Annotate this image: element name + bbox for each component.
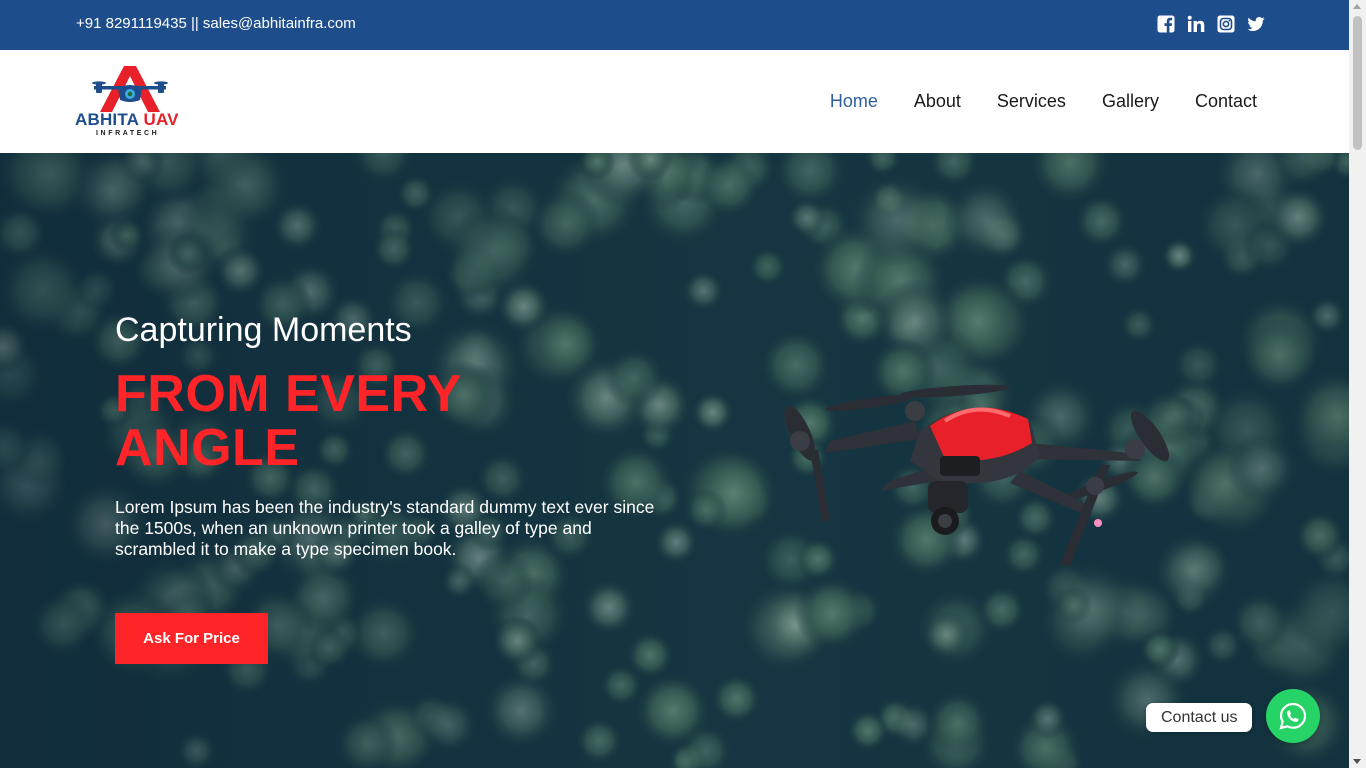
contact-info: +91 8291119435 || sales@abhitainfra.com	[76, 15, 356, 32]
scroll-down-icon[interactable]	[1353, 759, 1361, 764]
whatsapp-icon	[1279, 702, 1307, 730]
logo[interactable]: ABHITA UAV INFRATECH	[74, 64, 189, 140]
twitter-icon[interactable]	[1247, 15, 1265, 33]
nav-contact[interactable]: Contact	[1195, 91, 1257, 112]
social-links	[1157, 15, 1265, 33]
nav-gallery[interactable]: Gallery	[1102, 91, 1159, 112]
hero-section: Capturing Moments FROM EVERY ANGLE Lorem…	[0, 153, 1349, 768]
brand-name-part1: ABHITA	[75, 110, 139, 129]
drone-logo-icon	[92, 66, 168, 112]
page-scrollbar[interactable]	[1349, 0, 1366, 768]
main-nav: Home About Services Gallery Contact	[794, 91, 1257, 112]
hero-title-line1: FROM EVERY	[115, 365, 462, 423]
linkedin-icon[interactable]	[1187, 15, 1205, 33]
hero-description: Lorem Ipsum has been the industry's stan…	[115, 497, 655, 559]
hero-subtitle: Capturing Moments	[115, 311, 412, 349]
ask-for-price-button[interactable]: Ask For Price	[115, 613, 268, 664]
instagram-icon[interactable]	[1217, 15, 1235, 33]
brand-name-part2: UAV	[143, 110, 179, 129]
hero-title-line2: ANGLE	[115, 419, 300, 477]
nav-home[interactable]: Home	[830, 91, 878, 112]
whatsapp-button[interactable]	[1266, 689, 1320, 743]
facebook-icon[interactable]	[1157, 15, 1175, 33]
hero-title: FROM EVERY ANGLE	[115, 367, 462, 475]
top-bar: +91 8291119435 || sales@abhitainfra.com	[0, 0, 1349, 50]
nav-services[interactable]: Services	[997, 91, 1066, 112]
brand-name: ABHITA UAV	[75, 110, 179, 130]
drone-image	[784, 384, 1170, 566]
brand-tagline: INFRATECH	[96, 130, 160, 137]
whatsapp-contact-label[interactable]: Contact us	[1146, 703, 1253, 732]
scroll-thumb[interactable]	[1353, 16, 1362, 150]
scroll-up-icon[interactable]	[1353, 4, 1361, 9]
nav-about[interactable]: About	[914, 91, 961, 112]
site-header: ABHITA UAV INFRATECH Home About Services…	[0, 50, 1349, 153]
